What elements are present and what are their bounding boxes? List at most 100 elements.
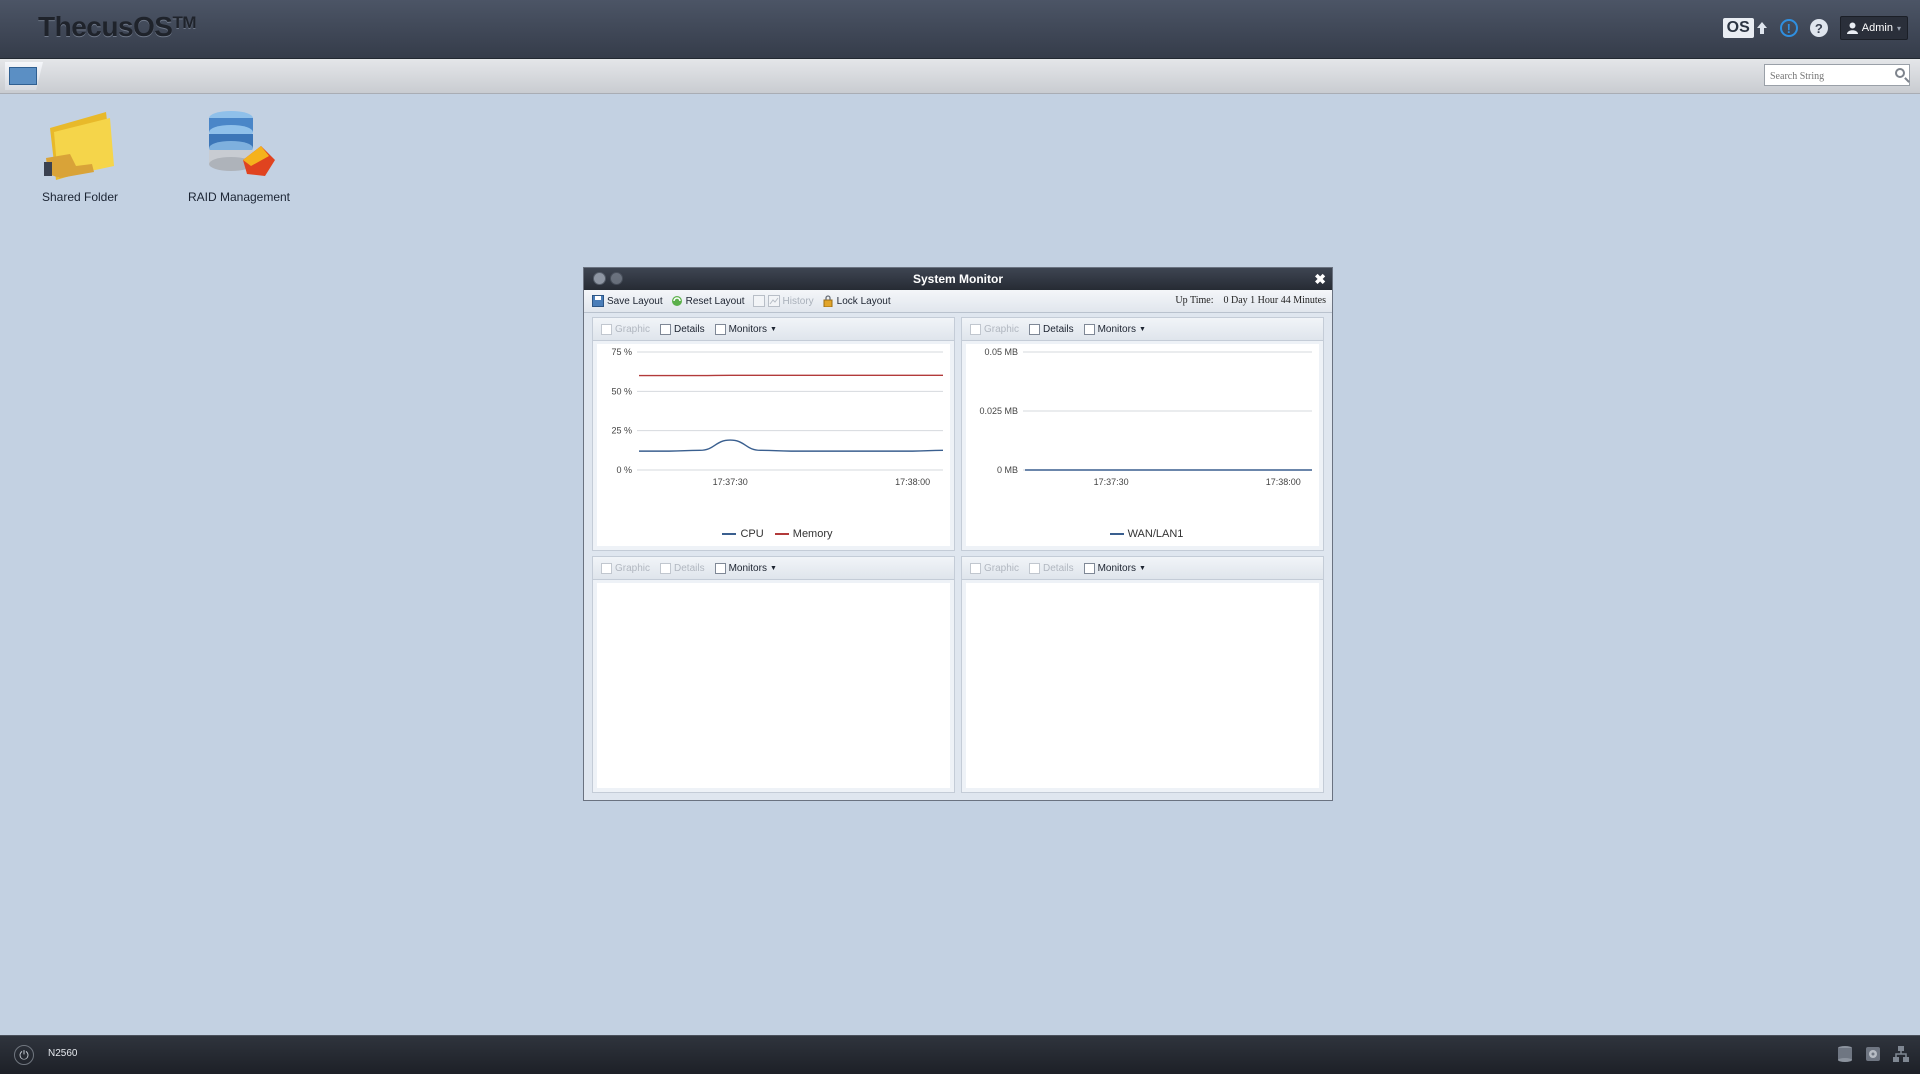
chevron-down-icon: ▼	[1139, 565, 1146, 572]
graphic-label: Graphic	[984, 563, 1019, 574]
details-button[interactable]: Details	[660, 563, 705, 574]
shared-folder-shortcut[interactable]: Shared Folder	[15, 108, 145, 204]
graphic-label: Graphic	[615, 324, 650, 335]
window-title: System Monitor	[913, 272, 1003, 286]
monitor-panel-empty-2: Graphic Details Monitors▼	[961, 556, 1324, 793]
monitors-icon	[1084, 563, 1095, 574]
monitors-icon	[715, 563, 726, 574]
details-icon	[660, 324, 671, 335]
search-input[interactable]	[1768, 66, 1890, 86]
details-icon	[1029, 324, 1040, 335]
window-titlebar[interactable]: System Monitor ✖	[584, 268, 1332, 290]
details-label: Details	[1043, 563, 1074, 574]
graphic-button[interactable]: Graphic	[970, 324, 1019, 335]
monitors-icon	[1084, 324, 1095, 335]
forward-button[interactable]	[610, 272, 623, 285]
power-icon[interactable]: ⏻	[14, 1045, 34, 1065]
details-button[interactable]: Details	[1029, 324, 1074, 335]
details-label: Details	[1043, 324, 1074, 335]
window-toolbar: Save Layout Reset Layout History Lock La…	[584, 290, 1332, 313]
empty-panel-area	[597, 583, 950, 788]
system-tray	[1836, 1045, 1910, 1063]
reset-layout-button[interactable]: Reset Layout	[671, 295, 745, 307]
graphic-label: Graphic	[615, 563, 650, 574]
raid-management-shortcut[interactable]: RAID Management	[174, 108, 304, 204]
x-tick-label: 17:37:30	[713, 477, 748, 487]
desktop-toolbar	[0, 59, 1920, 94]
graphic-button[interactable]: Graphic	[601, 324, 650, 335]
chevron-down-icon: ▼	[1139, 326, 1146, 333]
logo-trademark: TM	[172, 13, 196, 32]
monitors-label: Monitors	[1098, 324, 1136, 335]
cpu-memory-chart: 0 %25 %50 %75 %17:37:3017:38:00	[597, 344, 952, 544]
chart-legend: CPU Memory	[597, 528, 950, 540]
history-label: History	[783, 296, 814, 307]
legend-swatch-cpu	[722, 533, 736, 535]
details-button[interactable]: Details	[660, 324, 705, 335]
details-label: Details	[674, 324, 705, 335]
help-icon[interactable]: ?	[1810, 19, 1828, 37]
monitor-panel-network: Graphic Details Monitors▼ 0 MB0.025 MB0.…	[961, 317, 1324, 551]
taskbar: ⏻ N2560	[0, 1035, 1920, 1074]
details-icon	[660, 563, 671, 574]
alert-icon[interactable]: !	[1780, 19, 1798, 37]
monitors-dropdown[interactable]: Monitors▼	[715, 563, 777, 574]
graphic-icon	[601, 563, 612, 574]
admin-label: Admin	[1862, 22, 1893, 34]
storage-icon[interactable]	[1836, 1045, 1854, 1063]
desktop-icon	[9, 67, 37, 85]
monitors-dropdown[interactable]: Monitors▼	[1084, 563, 1146, 574]
uptime-value: 0 Day 1 Hour 44 Minutes	[1224, 295, 1327, 306]
legend-swatch-wan	[1110, 533, 1124, 535]
logo-text: ThecusOS	[38, 11, 172, 42]
details-button[interactable]: Details	[1029, 563, 1074, 574]
network-icon[interactable]	[1892, 1045, 1910, 1063]
admin-menu-button[interactable]: Admin ▾	[1840, 16, 1908, 40]
os-update-button[interactable]: OS	[1723, 18, 1768, 38]
monitors-dropdown[interactable]: Monitors▼	[1084, 324, 1146, 335]
panel-toolbar: Graphic Details Monitors▼	[593, 557, 954, 580]
legend-memory: Memory	[793, 528, 833, 540]
search-icon[interactable]	[1895, 68, 1905, 78]
graphic-button[interactable]: Graphic	[970, 563, 1019, 574]
monitors-label: Monitors	[729, 563, 767, 574]
chevron-down-icon: ▾	[1897, 24, 1901, 33]
top-bar: ThecusOSTM OS ! ? Admin ▾	[0, 0, 1920, 59]
legend-wan-lan1: WAN/LAN1	[1128, 528, 1184, 540]
reset-layout-label: Reset Layout	[686, 296, 745, 307]
x-tick-label: 17:38:00	[1266, 477, 1301, 487]
history-button[interactable]: History	[753, 295, 814, 307]
legend-swatch-memory	[775, 533, 789, 535]
raid-management-icon	[199, 108, 279, 184]
back-button[interactable]	[593, 272, 606, 285]
uptime-label: Up Time:	[1175, 295, 1213, 306]
refresh-icon	[671, 295, 683, 307]
monitors-label: Monitors	[729, 324, 767, 335]
legend-cpu: CPU	[740, 528, 763, 540]
disk-icon[interactable]	[1864, 1045, 1882, 1063]
y-tick-label: 0.05 MB	[984, 347, 1018, 357]
monitors-dropdown[interactable]: Monitors▼	[715, 324, 777, 335]
user-icon	[1847, 22, 1858, 34]
details-icon	[1029, 563, 1040, 574]
monitors-icon	[715, 324, 726, 335]
hostname: N2560	[48, 1048, 77, 1059]
shared-folder-icon	[40, 108, 120, 184]
lock-icon	[822, 295, 834, 307]
monitor-panel-cpu-memory: Graphic Details Monitors▼ 0 %25 %50 %75 …	[592, 317, 955, 551]
graphic-icon	[601, 324, 612, 335]
details-label: Details	[674, 563, 705, 574]
monitors-label: Monitors	[1098, 563, 1136, 574]
chevron-down-icon: ▼	[770, 565, 777, 572]
system-monitor-window: System Monitor ✖ Save Layout Reset Layou…	[583, 267, 1333, 801]
lock-layout-button[interactable]: Lock Layout	[822, 295, 891, 307]
save-layout-label: Save Layout	[607, 296, 663, 307]
save-layout-button[interactable]: Save Layout	[592, 295, 663, 307]
close-icon[interactable]: ✖	[1314, 270, 1326, 288]
top-icons: OS ! ? Admin ▾	[1723, 16, 1908, 40]
monitor-panel-empty-1: Graphic Details Monitors▼	[592, 556, 955, 793]
graphic-button[interactable]: Graphic	[601, 563, 650, 574]
network-chart: 0 MB0.025 MB0.05 MB17:37:3017:38:00	[966, 344, 1321, 544]
y-tick-label: 75 %	[611, 347, 632, 357]
show-desktop-button[interactable]	[5, 62, 43, 90]
